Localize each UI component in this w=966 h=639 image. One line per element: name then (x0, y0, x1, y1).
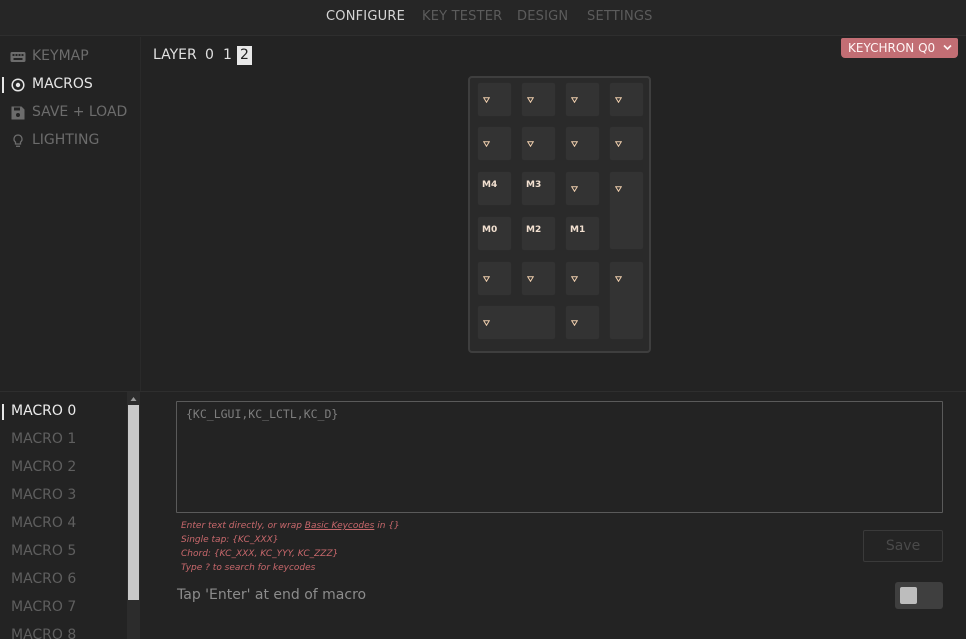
macro-list-item[interactable]: MACRO 4 (11, 515, 76, 531)
macro-list-item[interactable]: MACRO 5 (11, 543, 76, 559)
toggle-knob (900, 587, 917, 604)
sidebar-item-label: LIGHTING (32, 132, 100, 148)
key-legend: M1 (570, 225, 586, 235)
chevron-down-icon (943, 44, 952, 51)
sidebar: KEYMAP MACROS SAVE + LOAD LIGHTING (0, 37, 141, 391)
key-legend: M2 (526, 225, 542, 235)
key[interactable] (478, 127, 511, 160)
macro-list-item[interactable]: MACRO 3 (11, 487, 76, 503)
sidebar-item-macros[interactable]: MACROS (0, 73, 140, 97)
key-legend: M0 (482, 225, 498, 235)
section-divider (0, 391, 966, 392)
key[interactable] (610, 127, 643, 160)
triangle-down-icon (483, 276, 490, 282)
save-button[interactable]: Save (863, 530, 943, 562)
key[interactable]: M2 (522, 217, 555, 250)
layer-option-2[interactable]: 2 (237, 46, 252, 65)
triangle-down-icon (527, 276, 534, 282)
key[interactable]: M1 (566, 217, 599, 250)
key[interactable] (566, 83, 599, 116)
key[interactable]: M0 (478, 217, 511, 250)
floppy-icon (11, 106, 25, 120)
triangle-down-icon (527, 141, 534, 147)
key[interactable] (610, 83, 643, 116)
macro-hints: Enter text directly, or wrap Basic Keyco… (181, 519, 400, 575)
hint-text: Enter text directly, or wrap (181, 521, 305, 531)
triangle-down-icon (571, 97, 578, 103)
macro-list: MACRO 0 MACRO 1 MACRO 2 MACRO 3 MACRO 4 MACRO… (0, 392, 140, 639)
key[interactable]: M3 (522, 172, 555, 205)
key[interactable] (522, 262, 555, 295)
target-icon (11, 78, 25, 92)
macro-text-editor[interactable]: {KC_LGUI,KC_LCTL,KC_D} (176, 401, 943, 513)
basic-keycodes-link[interactable]: Basic Keycodes (305, 521, 375, 531)
layer-label: LAYER (153, 47, 197, 63)
macro-list-scroll-thumb[interactable] (128, 405, 139, 600)
hint-chord: Chord: {KC_XXX, KC_YYY, KC_ZZZ} (181, 549, 339, 559)
key[interactable] (566, 262, 599, 295)
keyboard-icon (10, 52, 26, 62)
layer-option-0[interactable]: 0 (202, 46, 217, 65)
key[interactable] (566, 306, 599, 339)
macro-list-item[interactable]: MACRO 1 (11, 431, 76, 447)
enter-toggle-label: Tap 'Enter' at end of macro (177, 587, 367, 603)
triangle-down-icon (483, 141, 490, 147)
key[interactable] (610, 172, 643, 249)
sidebar-item-lighting[interactable]: LIGHTING (0, 129, 140, 153)
key[interactable] (566, 172, 599, 205)
triangle-down-icon (483, 320, 490, 326)
tab-settings[interactable]: SETTINGS (587, 9, 653, 24)
sidebar-item-keymap[interactable]: KEYMAP (0, 45, 140, 69)
key[interactable] (478, 262, 511, 295)
hint-text: in {} (374, 521, 400, 531)
layer-option-1[interactable]: 1 (220, 46, 235, 65)
sidebar-item-save-load[interactable]: SAVE + LOAD (0, 101, 140, 125)
top-navigation: CONFIGURE KEY TESTER DESIGN SETTINGS (0, 0, 966, 36)
triangle-down-icon (615, 97, 622, 103)
tab-design[interactable]: DESIGN (517, 9, 568, 24)
triangle-down-icon (571, 276, 578, 282)
lightbulb-icon (13, 134, 23, 147)
macro-list-item[interactable]: MACRO 0 (1, 403, 76, 420)
hint-wrap: Enter text directly, or wrap Basic Keyco… (181, 519, 400, 533)
macro-list-item[interactable]: MACRO 2 (11, 459, 76, 475)
triangle-down-icon (483, 97, 490, 103)
triangle-down-icon (615, 141, 622, 147)
key-legend: M4 (482, 180, 498, 190)
key-legend: M3 (526, 180, 542, 190)
key[interactable] (566, 127, 599, 160)
keyboard-selector[interactable]: KEYCHRON Q0 (841, 38, 958, 58)
key[interactable] (610, 262, 643, 339)
sidebar-item-label: KEYMAP (32, 48, 89, 64)
hint-single-tap: Single tap: {KC_XXX} (181, 535, 279, 545)
triangle-down-icon (527, 97, 534, 103)
triangle-down-icon (571, 141, 578, 147)
macro-list-item[interactable]: MACRO 8 (11, 627, 76, 639)
key[interactable] (522, 127, 555, 160)
tab-configure[interactable]: CONFIGURE (326, 9, 405, 24)
key[interactable] (522, 83, 555, 116)
key[interactable]: M4 (478, 172, 511, 205)
macro-list-item[interactable]: MACRO 7 (11, 599, 76, 615)
hint-search: Type ? to search for keycodes (181, 563, 316, 573)
triangle-down-icon (615, 276, 622, 282)
enter-toggle[interactable] (895, 582, 943, 609)
keyboard-layout: M4 M3 M0 M2 M1 (468, 76, 651, 353)
key[interactable] (478, 83, 511, 116)
key[interactable] (478, 306, 555, 339)
tab-key-tester[interactable]: KEY TESTER (422, 9, 502, 24)
triangle-down-icon (571, 186, 578, 192)
triangle-down-icon (615, 186, 622, 192)
sidebar-item-label: MACROS (32, 76, 93, 92)
macro-list-item[interactable]: MACRO 6 (11, 571, 76, 587)
sidebar-item-label: SAVE + LOAD (32, 104, 128, 120)
keyboard-selector-label: KEYCHRON Q0 (848, 41, 936, 55)
triangle-down-icon (571, 320, 578, 326)
scroll-up-arrow-icon[interactable] (128, 393, 139, 405)
